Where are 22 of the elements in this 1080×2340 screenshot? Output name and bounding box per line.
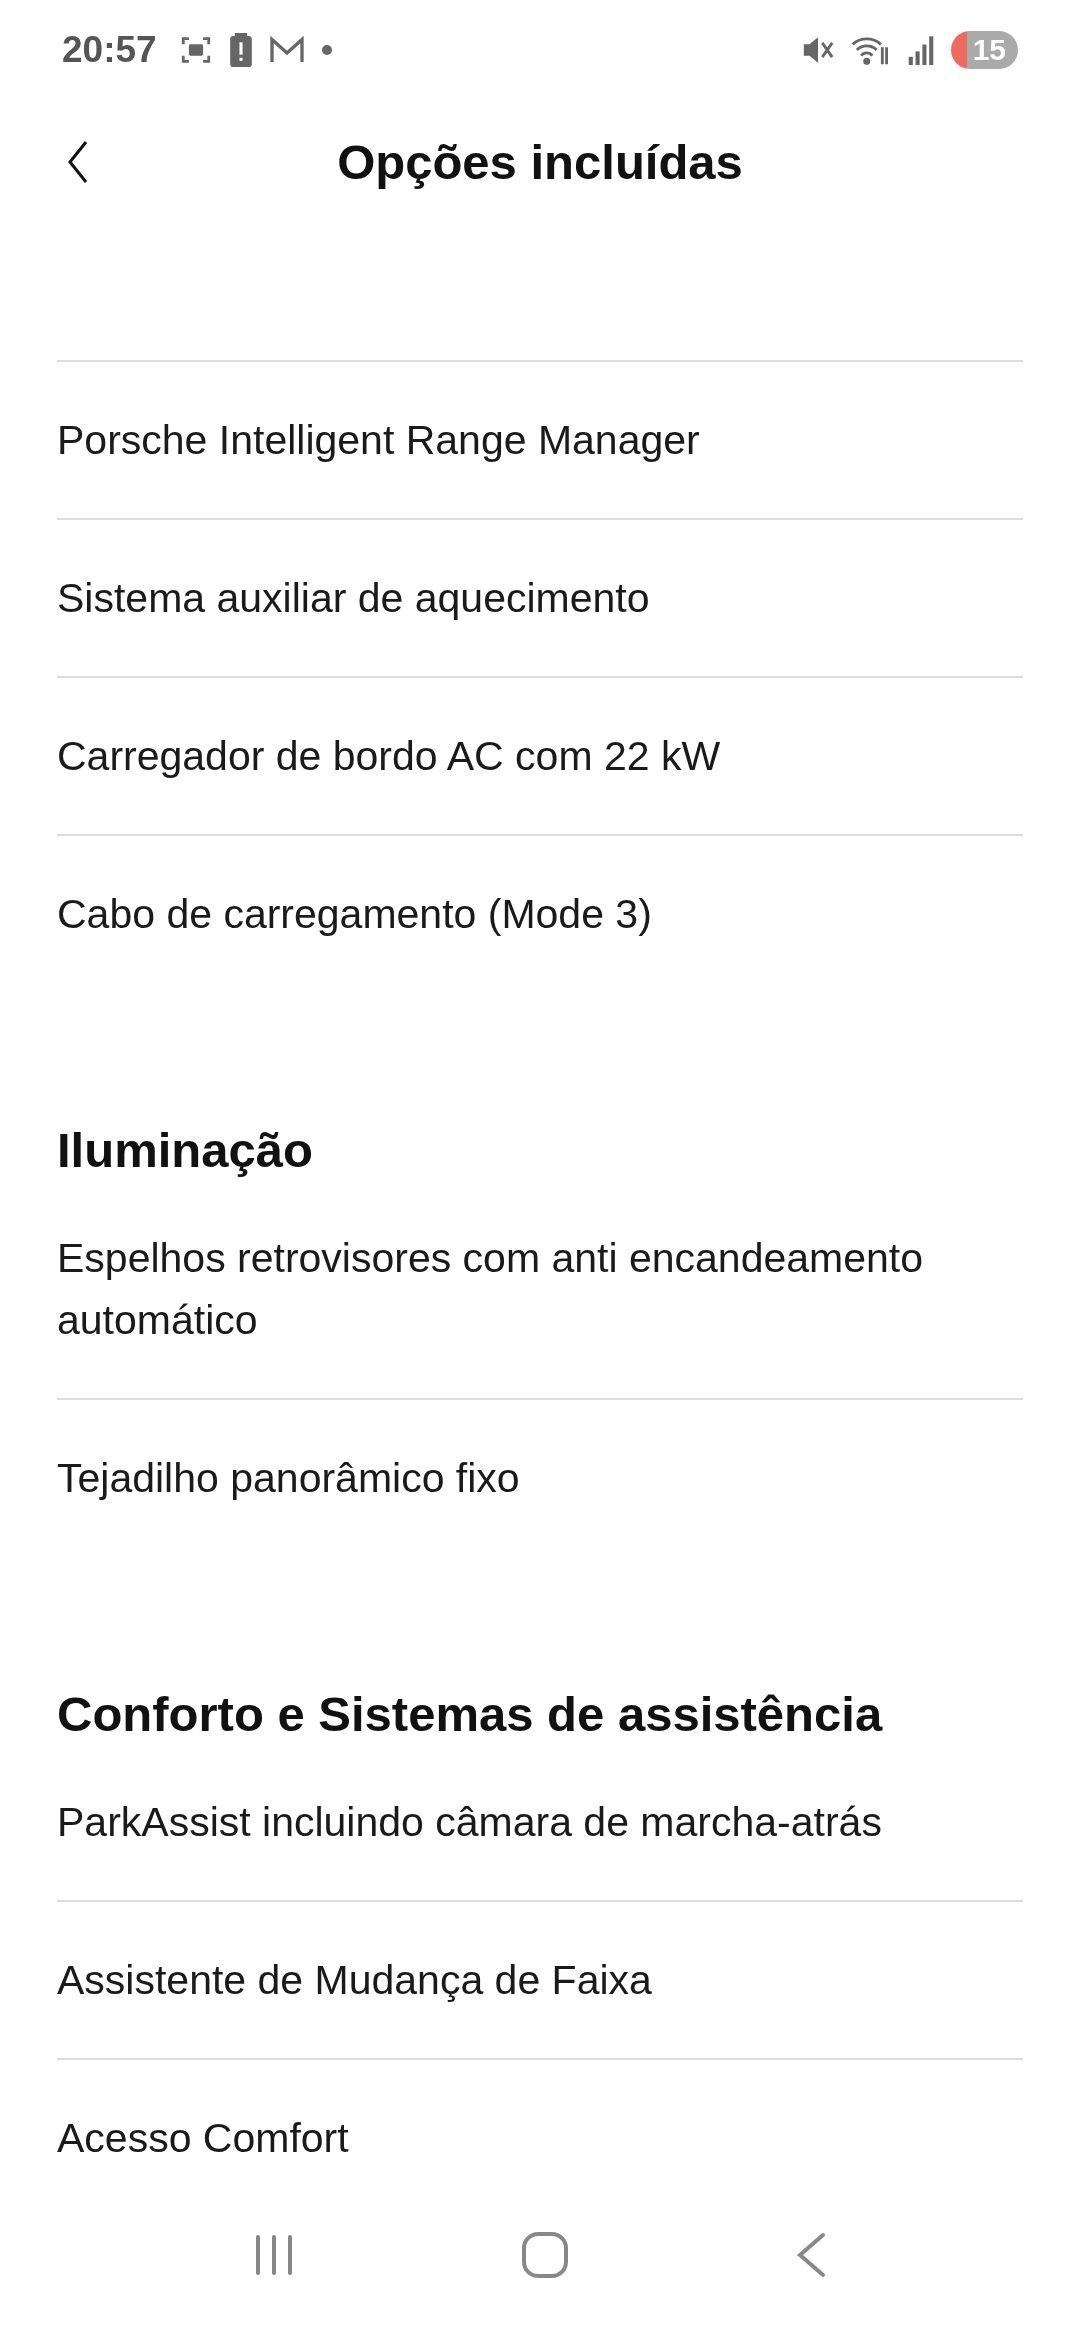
option-item: Espelhos retrovisores com anti encandeamento automático — [57, 1234, 925, 1345]
dot-icon — [320, 44, 333, 56]
option-item: Tejadilho panorâmico fixo — [57, 1454, 521, 1503]
option-item: Carregador de bordo AC com 22 kW — [57, 732, 722, 781]
back-icon[interactable] — [66, 140, 90, 184]
battery-alert-icon — [228, 33, 253, 67]
section-heading: Conforto e Sistemas de assistência — [57, 1686, 884, 1743]
section-heading: Iluminação — [57, 1122, 314, 1179]
recent-apps-icon[interactable] — [254, 2234, 294, 2276]
back-nav-icon[interactable] — [796, 2232, 826, 2278]
page-title: Opções incluídas — [337, 134, 743, 190]
option-item: Cabo de carregamento (Mode 3) — [57, 890, 653, 939]
home-icon[interactable] — [522, 2232, 568, 2278]
signal-icon — [906, 35, 935, 65]
option-item: ParkAssist incluindo câmara de marcha-atrás — [57, 1798, 883, 1847]
option-item: Porsche Intelligent Range Manager — [57, 416, 701, 465]
option-item: Acesso Comfort — [57, 2114, 350, 2163]
option-item: Assistente de Mudança de Faixa — [57, 1956, 653, 2005]
status-time: 20:57 — [62, 29, 157, 71]
battery-level: 15 — [950, 31, 1018, 69]
option-item: Sistema auxiliar de aquecimento — [57, 574, 651, 623]
mail-icon — [268, 35, 305, 65]
